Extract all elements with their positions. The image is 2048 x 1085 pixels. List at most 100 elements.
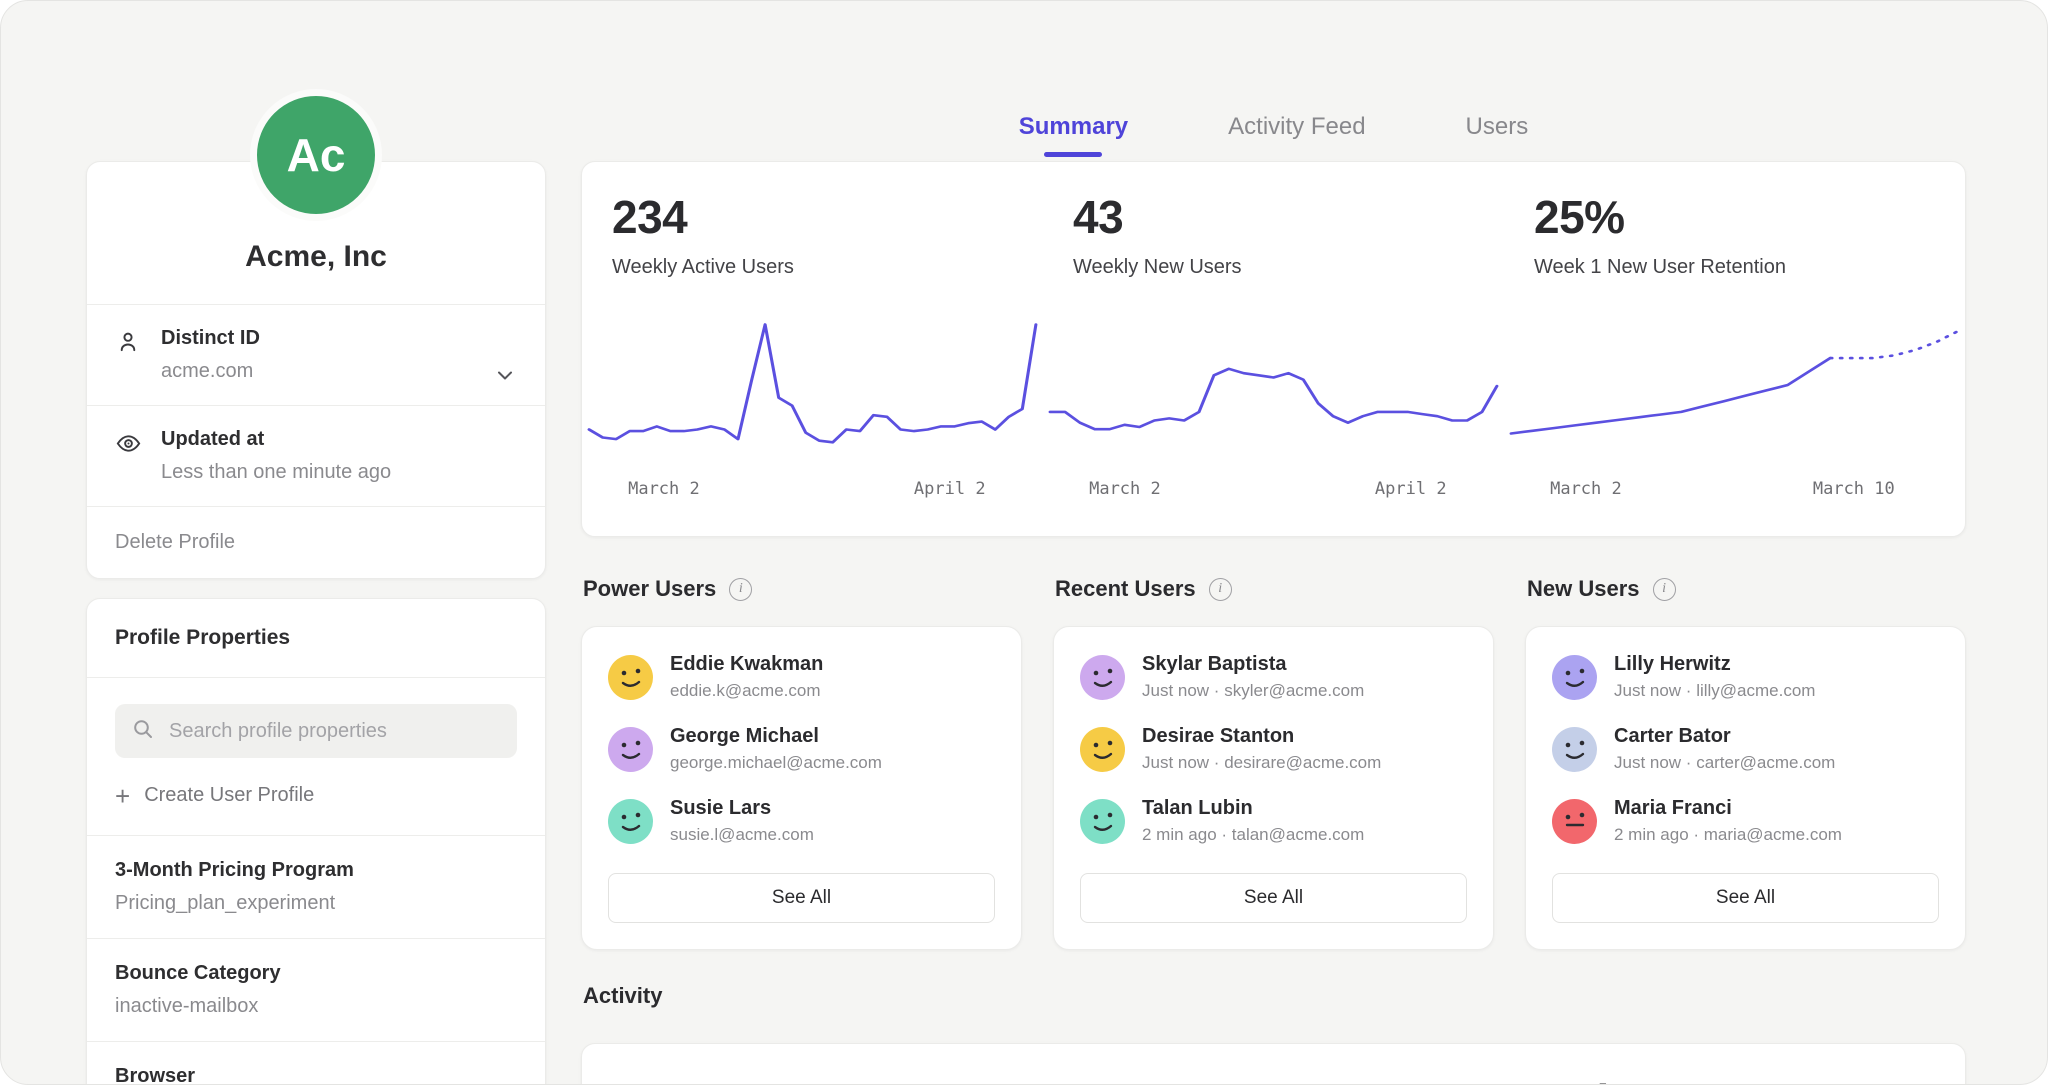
trend-chart-weekly-new-users xyxy=(1043,305,1504,465)
user-avatar xyxy=(608,799,653,844)
search-input[interactable] xyxy=(167,719,501,744)
activity-stat: 234 xyxy=(582,1074,1043,1085)
property-name: Browser xyxy=(115,1065,517,1085)
stat-value: 25% xyxy=(1504,190,1965,244)
chevron-down-icon[interactable] xyxy=(493,363,517,392)
recent-users-card: Skylar Baptista Just now · skyler@acme.c… xyxy=(1053,626,1494,950)
field-row-updated-at: Updated at Less than one minute ago xyxy=(87,405,545,506)
user-avatar xyxy=(608,655,653,700)
user-row[interactable]: Skylar Baptista Just now · skyler@acme.c… xyxy=(1080,653,1467,701)
plus-icon: + xyxy=(115,786,130,806)
power-users-card: Eddie Kwakman eddie.k@acme.com George Mi… xyxy=(581,626,1022,950)
see-all-button[interactable]: See All xyxy=(1552,873,1939,923)
axis-tick: March 10 xyxy=(1813,479,1895,499)
recent-users-section: Recent Users i Skylar Baptista Just now … xyxy=(1053,576,1494,950)
eye-icon xyxy=(115,428,161,484)
delete-profile-button[interactable]: Delete Profile xyxy=(87,506,545,578)
person-icon xyxy=(115,327,161,383)
axis-tick: March 2 xyxy=(1550,479,1622,499)
user-name: Eddie Kwakman xyxy=(670,653,823,676)
company-avatar: Ac xyxy=(250,89,382,221)
create-user-profile-label: Create User Profile xyxy=(144,784,314,807)
user-avatar xyxy=(1552,727,1597,772)
stat-week1-retention: 25% Week 1 New User Retention March 2 Ma… xyxy=(1504,190,1965,508)
see-all-button[interactable]: See All xyxy=(608,873,995,923)
property-row[interactable]: Browser Chrome xyxy=(87,1041,545,1085)
user-row[interactable]: Lilly Herwitz Just now · lilly@acme.com xyxy=(1552,653,1939,701)
user-subtitle: Just now · skyler@acme.com xyxy=(1142,681,1364,701)
activity-stat-value: 240 xyxy=(1043,1074,1504,1085)
stat-weekly-active-users: 234 Weekly Active Users March 2 April 2 xyxy=(582,190,1043,508)
user-row[interactable]: Desirae Stanton Just now · desirare@acme… xyxy=(1080,725,1467,773)
field-row-distinct-id: Distinct ID acme.com xyxy=(87,304,545,405)
user-sections: Power Users i Eddie Kwakman eddie.k@acme… xyxy=(581,576,1966,950)
user-row[interactable]: Susie Lars susie.l@acme.com xyxy=(608,797,995,845)
create-user-profile-button[interactable]: + Create User Profile xyxy=(115,784,517,807)
axis-tick: March 2 xyxy=(628,479,700,499)
axis-tick: April 2 xyxy=(1375,479,1447,499)
user-avatar xyxy=(1552,655,1597,700)
property-value: inactive-mailbox xyxy=(115,995,517,1018)
see-all-button[interactable]: See All xyxy=(1080,873,1467,923)
user-subtitle: Just now · desirare@acme.com xyxy=(1142,753,1381,773)
profile-properties-card: Profile Properties + Create User Profile xyxy=(86,598,546,1085)
tab-summary[interactable]: Summary xyxy=(1019,113,1128,157)
user-row[interactable]: Talan Lubin 2 min ago · talan@acme.com xyxy=(1080,797,1467,845)
axis-tick: April 2 xyxy=(914,479,986,499)
trend-chart-retention xyxy=(1504,305,1965,465)
user-subtitle: george.michael@acme.com xyxy=(670,753,882,773)
stat-label: Weekly Active Users xyxy=(582,256,1043,279)
info-icon[interactable]: i xyxy=(729,578,752,601)
field-label: Distinct ID xyxy=(161,327,260,350)
property-name: Bounce Category xyxy=(115,962,517,985)
summary-stats-card: 234 Weekly Active Users March 2 April 2 … xyxy=(581,161,1966,537)
info-icon[interactable]: i xyxy=(1653,578,1676,601)
axis-tick: March 2 xyxy=(1089,479,1161,499)
property-row[interactable]: 3-Month Pricing Program Pricing_plan_exp… xyxy=(87,836,545,938)
property-name: 3-Month Pricing Program xyxy=(115,859,517,882)
activity-stat-value: 3.4k xyxy=(1504,1074,1965,1085)
user-avatar xyxy=(608,727,653,772)
user-name: Desirae Stanton xyxy=(1142,725,1381,748)
info-icon[interactable]: i xyxy=(1209,578,1232,601)
field-label: Updated at xyxy=(161,428,391,451)
tab-users[interactable]: Users xyxy=(1466,113,1529,157)
new-users-card: Lilly Herwitz Just now · lilly@acme.com … xyxy=(1525,626,1966,950)
property-row[interactable]: Bounce Category inactive-mailbox xyxy=(87,938,545,1041)
user-subtitle: eddie.k@acme.com xyxy=(670,681,823,701)
stat-weekly-new-users: 43 Weekly New Users March 2 April 2 xyxy=(1043,190,1504,508)
trend-chart-weekly-active-users xyxy=(582,305,1043,465)
tab-activity-feed[interactable]: Activity Feed xyxy=(1228,113,1365,157)
user-row[interactable]: Carter Bator Just now · carter@acme.com xyxy=(1552,725,1939,773)
user-name: Skylar Baptista xyxy=(1142,653,1364,676)
activity-title: Activity xyxy=(583,983,662,1009)
new-users-section: New Users i Lilly Herwitz Just now · lil… xyxy=(1525,576,1966,950)
user-subtitle: 2 min ago · maria@acme.com xyxy=(1614,825,1842,845)
section-title: Recent Users xyxy=(1055,576,1196,602)
tab-bar: Summary Activity Feed Users xyxy=(581,113,1966,157)
user-avatar xyxy=(1552,799,1597,844)
app-window: Ac Acme, Inc Distinct ID acme.com xyxy=(0,0,2048,1085)
user-name: Maria Franci xyxy=(1614,797,1842,820)
user-row[interactable]: Maria Franci 2 min ago · maria@acme.com xyxy=(1552,797,1939,845)
user-name: Susie Lars xyxy=(670,797,814,820)
stat-value: 43 xyxy=(1043,190,1504,244)
activity-stat: 240 xyxy=(1043,1074,1504,1085)
user-row[interactable]: Eddie Kwakman eddie.k@acme.com xyxy=(608,653,995,701)
profile-properties-title: Profile Properties xyxy=(87,599,545,677)
search-profile-properties[interactable] xyxy=(115,704,517,758)
user-name: Carter Bator xyxy=(1614,725,1835,748)
stat-label: Weekly New Users xyxy=(1043,256,1504,279)
company-avatar-initials: Ac xyxy=(287,128,346,182)
section-title: Power Users xyxy=(583,576,716,602)
user-avatar xyxy=(1080,727,1125,772)
stat-value: 234 xyxy=(582,190,1043,244)
user-subtitle: Just now · carter@acme.com xyxy=(1614,753,1835,773)
activity-card: 234 240 3.4k xyxy=(581,1043,1966,1085)
activity-stat-value: 234 xyxy=(582,1074,1043,1085)
user-name: George Michael xyxy=(670,725,882,748)
activity-stat: 3.4k xyxy=(1504,1074,1965,1085)
field-value: acme.com xyxy=(161,360,260,383)
power-users-section: Power Users i Eddie Kwakman eddie.k@acme… xyxy=(581,576,1022,950)
user-row[interactable]: George Michael george.michael@acme.com xyxy=(608,725,995,773)
